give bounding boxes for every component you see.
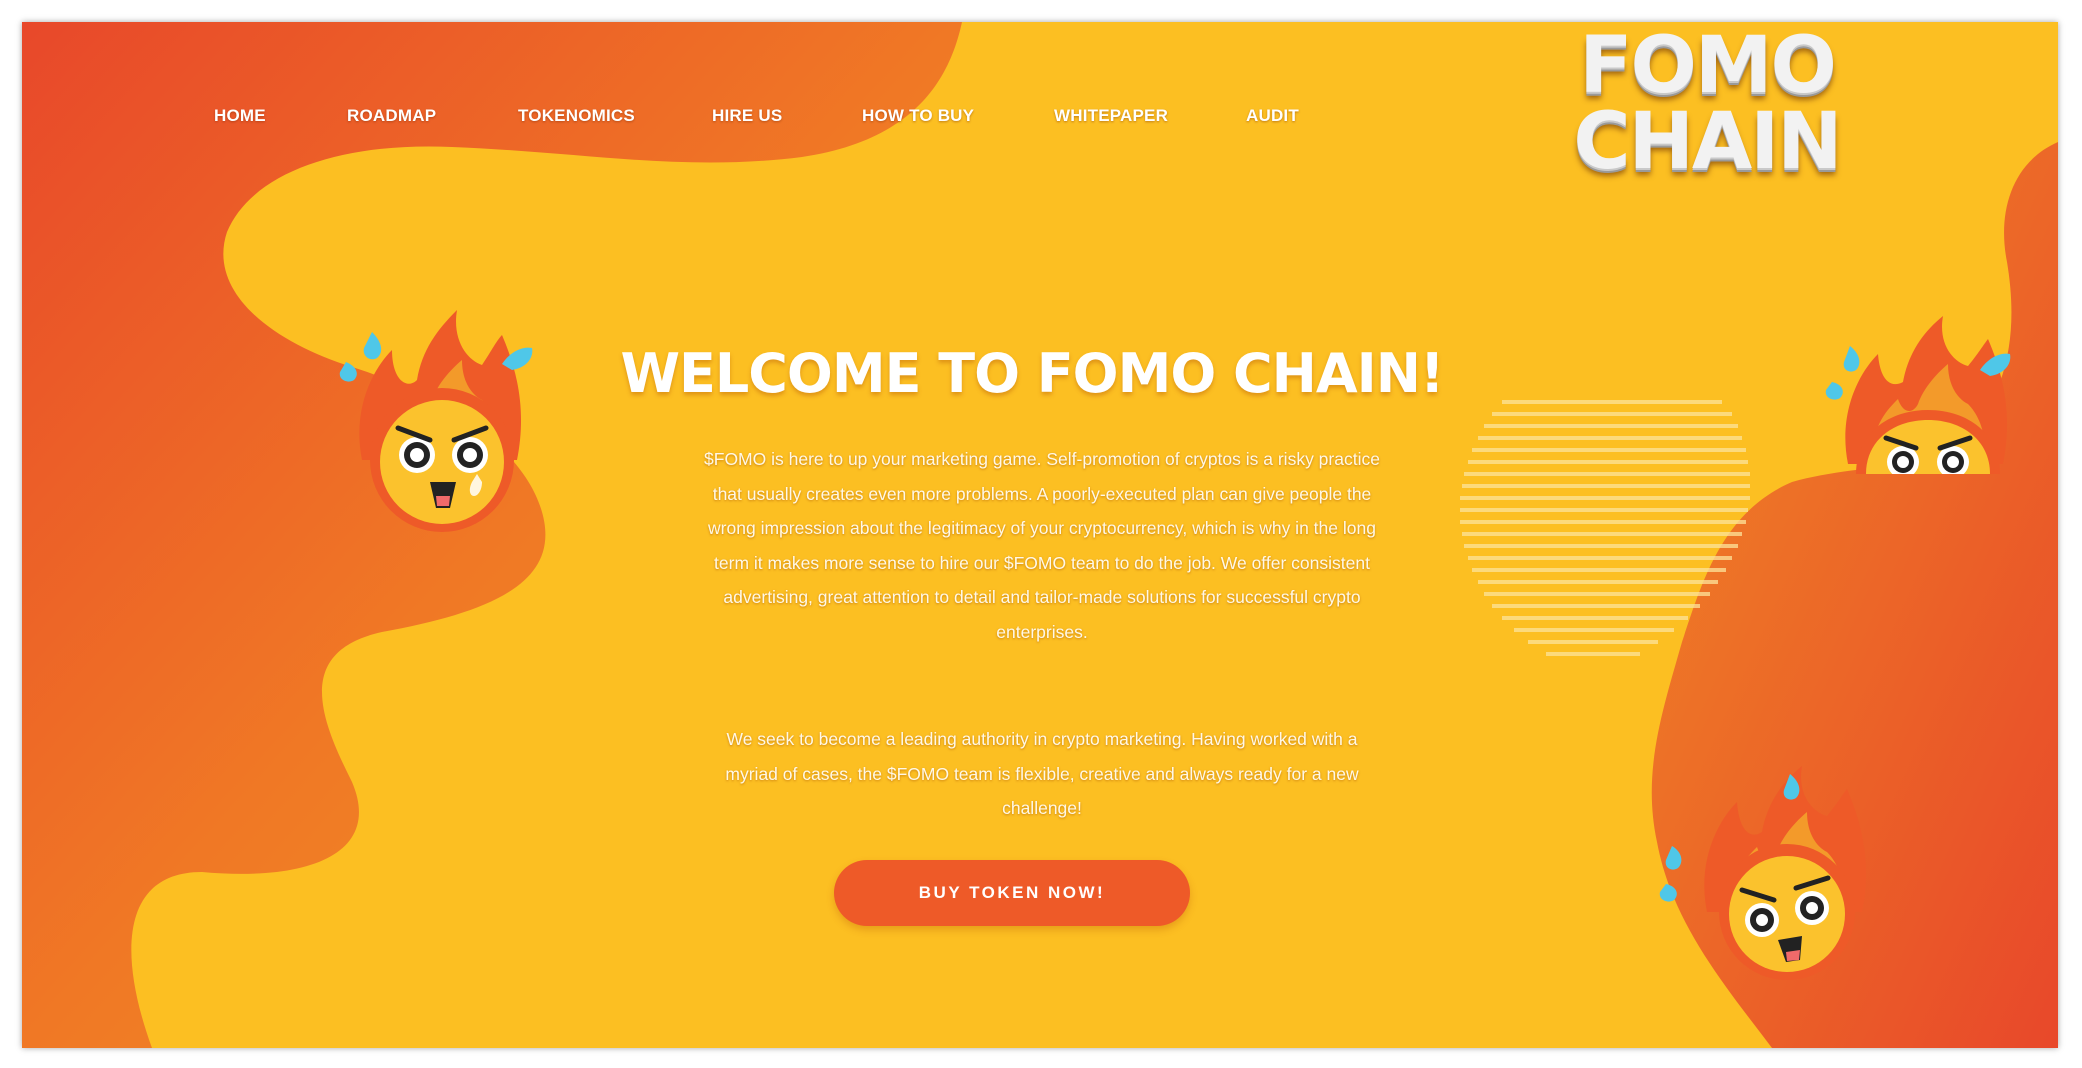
page-frame: HOME ROADMAP TOKENOMICS HIRE US HOW TO B… bbox=[22, 22, 2058, 1048]
sweat-drop-icon bbox=[1825, 346, 1860, 400]
sweat-drop-icon bbox=[1659, 846, 1682, 902]
nav-hire-us[interactable]: HIRE US bbox=[712, 106, 782, 126]
sweat-drop-icon bbox=[339, 332, 382, 382]
nav-home[interactable]: HOME bbox=[214, 106, 266, 126]
nav-tokenomics[interactable]: TOKENOMICS bbox=[518, 106, 635, 126]
buy-token-button[interactable]: BUY TOKEN NOW! bbox=[834, 860, 1190, 926]
hero-paragraph-1: $FOMO is here to up your marketing game.… bbox=[704, 449, 1380, 642]
nav-roadmap[interactable]: ROADMAP bbox=[347, 106, 436, 126]
main-nav: HOME ROADMAP TOKENOMICS HIRE US HOW TO B… bbox=[22, 22, 1422, 142]
nav-whitepaper[interactable]: WHITEPAPER bbox=[1054, 106, 1168, 126]
hero-paragraph-2: We seek to become a leading authority in… bbox=[725, 729, 1359, 818]
sweat-drop-icon bbox=[502, 347, 533, 370]
hero-title: WELCOME TO FOMO CHAIN! bbox=[620, 342, 1444, 405]
logo-line-1: FOMO bbox=[1579, 22, 1837, 111]
nav-audit[interactable]: AUDIT bbox=[1246, 106, 1299, 126]
sweat-drop-icon bbox=[1980, 353, 2011, 376]
sweat-drop-icon bbox=[1783, 774, 1800, 800]
site-logo[interactable]: FOMO CHAIN bbox=[1562, 22, 1852, 187]
logo-line-2: CHAIN bbox=[1573, 97, 1842, 187]
nav-how-to-buy[interactable]: HOW TO BUY bbox=[862, 106, 974, 126]
